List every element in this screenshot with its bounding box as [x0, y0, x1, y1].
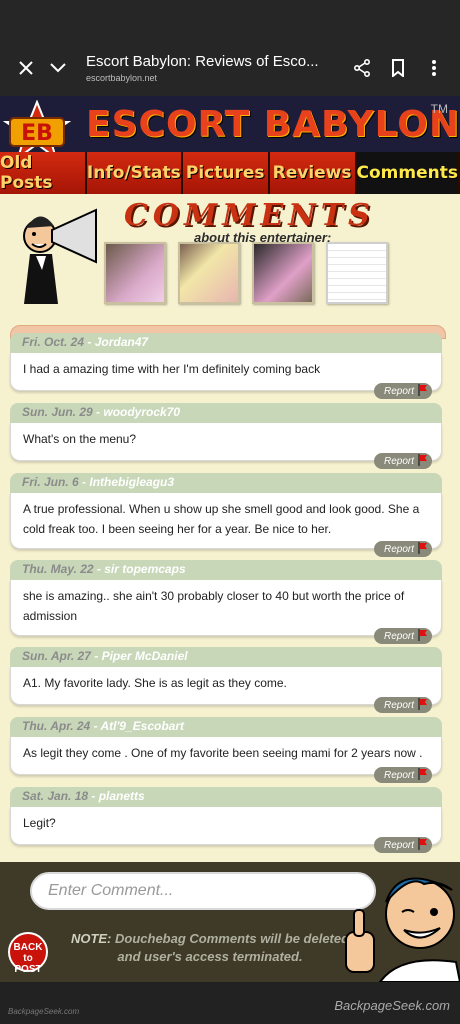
comment-card: Sun. Apr. 27 - Piper McDaniel A1. My fav… — [10, 647, 442, 713]
comment-date: Thu. Apr. 24 — [22, 719, 91, 733]
site-header: EB ESCORT BABYLON TM — [0, 96, 460, 152]
close-icon[interactable] — [10, 52, 42, 84]
report-button[interactable]: Report — [374, 697, 432, 713]
megaphone-mascot-icon — [23, 208, 97, 304]
flag-icon — [418, 384, 427, 396]
bookmark-icon[interactable] — [382, 52, 414, 84]
comment-card: Thu. Apr. 24 - Atl'9_Escobart As legit t… — [10, 717, 442, 783]
site-logo-text[interactable]: ESCORT BABYLON — [86, 104, 460, 145]
svg-text:EB: EB — [21, 121, 53, 146]
nav-old-posts[interactable]: Old Posts — [0, 152, 87, 194]
moderation-note: NOTE: Douchebag Comments will be deleted… — [70, 930, 350, 966]
comment-card: Sat. Jan. 18 - planetts Legit? Report — [10, 787, 442, 853]
comments-title: COMMENTS — [124, 198, 375, 233]
comment-date: Sun. Apr. 27 — [22, 649, 91, 663]
address-block[interactable]: Escort Babylon: Reviews of Esco... escor… — [86, 53, 346, 83]
comment-card: Fri. Jun. 6 - Inthebigleagu3 A true prof… — [10, 473, 442, 557]
comment-date: Thu. May. 22 — [22, 562, 94, 576]
comment-card: Fri. Oct. 24 - Jordan47 I had a amazing … — [10, 333, 442, 399]
comment-user[interactable]: Jordan47 — [95, 335, 148, 349]
comment-user[interactable]: Atl'9_Escobart — [100, 719, 184, 733]
thumbnail-photo[interactable] — [252, 242, 314, 304]
flag-icon — [418, 838, 427, 850]
comment-user[interactable]: woodyrock70 — [103, 405, 180, 419]
watermark-right: BackpageSeek.com — [334, 998, 450, 1013]
report-button[interactable]: Report — [374, 767, 432, 783]
comment-input[interactable]: Enter Comment... — [30, 872, 376, 910]
nav-pictures[interactable]: Pictures — [182, 152, 270, 194]
report-button[interactable]: Report — [374, 837, 432, 853]
comments-hero: COMMENTS about this entertainer: — [0, 194, 460, 322]
comment-user[interactable]: planetts — [99, 789, 145, 803]
chevron-down-icon[interactable] — [42, 52, 74, 84]
thumbs-up-mascot-icon — [345, 877, 460, 982]
share-icon[interactable] — [346, 52, 378, 84]
trademark: TM — [430, 102, 448, 116]
comment-date: Fri. Oct. 24 — [22, 335, 85, 349]
comment-card: Thu. May. 22 - sir topemcaps she is amaz… — [10, 560, 442, 644]
nav-info-stats[interactable]: Info/Stats — [86, 152, 183, 194]
comment-card: Sun. Jun. 29 - woodyrock70 What's on the… — [10, 403, 442, 469]
flag-icon — [418, 542, 427, 554]
report-button[interactable]: Report — [374, 453, 432, 469]
browser-toolbar: Escort Babylon: Reviews of Esco... escor… — [0, 40, 460, 96]
site-nav: Old Posts Info/Stats Pictures Reviews Co… — [0, 152, 460, 194]
comment-text: A true professional. When u show up she … — [10, 493, 442, 549]
bottom-strip: BackpageSeek.com BackpageSeek.com — [0, 982, 460, 1024]
watermark-left: BackpageSeek.com — [8, 1007, 80, 1016]
comments-list: Fri. Oct. 24 - Jordan47 I had a amazing … — [10, 325, 446, 853]
comment-date: Sat. Jan. 18 — [22, 789, 89, 803]
thumbnail-strip — [104, 242, 388, 304]
logo-badge-icon[interactable]: EB — [2, 100, 72, 152]
report-button[interactable]: Report — [374, 628, 432, 644]
nav-reviews[interactable]: Reviews — [269, 152, 357, 194]
comment-date: Sun. Jun. 29 — [22, 405, 93, 419]
comment-user[interactable]: Piper McDaniel — [102, 649, 188, 663]
comment-composer: Enter Comment... BACK to POST NOTE: Douc… — [0, 862, 460, 982]
comment-user[interactable]: Inthebigleagu3 — [89, 475, 174, 489]
flag-icon — [418, 629, 427, 641]
flag-icon — [418, 454, 427, 466]
note-text: Douchebag Comments will be deleted and u… — [115, 931, 350, 964]
thumbnail-photo[interactable] — [178, 242, 240, 304]
flag-icon — [418, 768, 427, 780]
status-bar — [0, 0, 460, 40]
thumbnail-photo[interactable] — [104, 242, 166, 304]
thumbnail-document[interactable] — [326, 242, 388, 304]
report-button[interactable]: Report — [374, 541, 432, 557]
more-menu-icon[interactable] — [418, 52, 450, 84]
page-url: escortbabylon.net — [86, 73, 158, 83]
back-to-post-button[interactable]: BACK to POST — [8, 932, 48, 975]
note-label: NOTE: — [70, 931, 112, 946]
flag-icon — [418, 698, 427, 710]
comment-text: she is amazing.. she ain't 30 probably c… — [10, 580, 442, 636]
nav-comments[interactable]: Comments — [356, 152, 460, 194]
report-button[interactable]: Report — [374, 383, 432, 399]
comment-user[interactable]: sir topemcaps — [104, 562, 185, 576]
page-title: Escort Babylon: Reviews of Esco... — [86, 53, 319, 70]
comment-date: Fri. Jun. 6 — [22, 475, 79, 489]
